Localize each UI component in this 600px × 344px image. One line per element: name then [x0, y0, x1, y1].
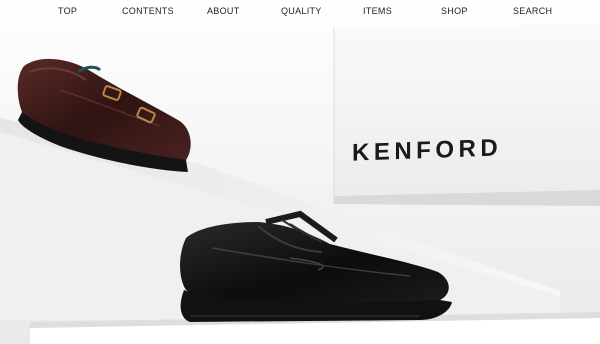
nav-item-items[interactable]: ITEMS	[363, 6, 392, 16]
brand-logo-text: KENFORD	[352, 134, 503, 167]
nav-item-shop[interactable]: SHOP	[441, 6, 468, 16]
top-navigation: TOP CONTENTS ABOUT QUALITY ITEMS SHOP SE…	[0, 0, 600, 24]
nav-item-quality[interactable]: QUALITY	[281, 6, 322, 16]
nav-item-search[interactable]: SEARCH	[513, 6, 552, 16]
nav-item-top[interactable]: TOP	[58, 6, 77, 16]
nav-item-about[interactable]: ABOUT	[207, 6, 240, 16]
brand-box	[333, 24, 600, 206]
nav-item-contents[interactable]: CONTENTS	[122, 6, 174, 16]
hero-image	[0, 0, 600, 344]
